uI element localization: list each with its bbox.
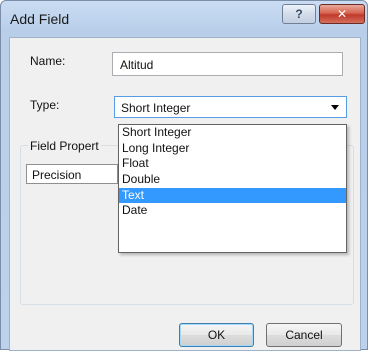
close-icon: ✕	[336, 7, 348, 21]
ok-button[interactable]: OK	[179, 323, 254, 347]
type-label: Type:	[30, 98, 60, 112]
property-cell-label: Precision	[32, 168, 82, 182]
dialog-body: Name: Altitud Type: Short Integer Field …	[9, 37, 361, 351]
property-cell-precision[interactable]: Precision	[26, 164, 118, 184]
dropdown-option-float[interactable]: Float	[119, 156, 346, 172]
dropdown-option-long-integer[interactable]: Long Integer	[119, 141, 346, 157]
help-icon: ?	[295, 7, 303, 21]
dialog-title: Add Field	[10, 11, 70, 27]
close-button[interactable]: ✕	[319, 4, 365, 24]
name-field-value: Altitud	[120, 58, 154, 72]
type-select[interactable]: Short Integer	[114, 96, 347, 118]
dropdown-option-text[interactable]: Text	[119, 187, 346, 204]
field-properties-title: Field Propert	[28, 139, 101, 153]
help-button[interactable]: ?	[282, 4, 316, 24]
add-field-dialog: Add Field ? ✕ Name: Altitud Type: Short …	[0, 0, 368, 351]
dropdown-option-short-integer[interactable]: Short Integer	[119, 125, 346, 141]
dropdown-option-double[interactable]: Double	[119, 172, 346, 188]
cancel-button[interactable]: Cancel	[266, 323, 342, 347]
dropdown-option-date[interactable]: Date	[119, 203, 346, 219]
name-field[interactable]: Altitud	[112, 52, 343, 76]
chevron-down-icon[interactable]	[331, 105, 339, 110]
type-select-value: Short Integer	[121, 101, 191, 115]
name-label: Name:	[30, 54, 66, 68]
type-dropdown-list: Short Integer Long Integer Float Double …	[118, 124, 347, 253]
title-bar[interactable]: Add Field ? ✕	[1, 1, 367, 37]
